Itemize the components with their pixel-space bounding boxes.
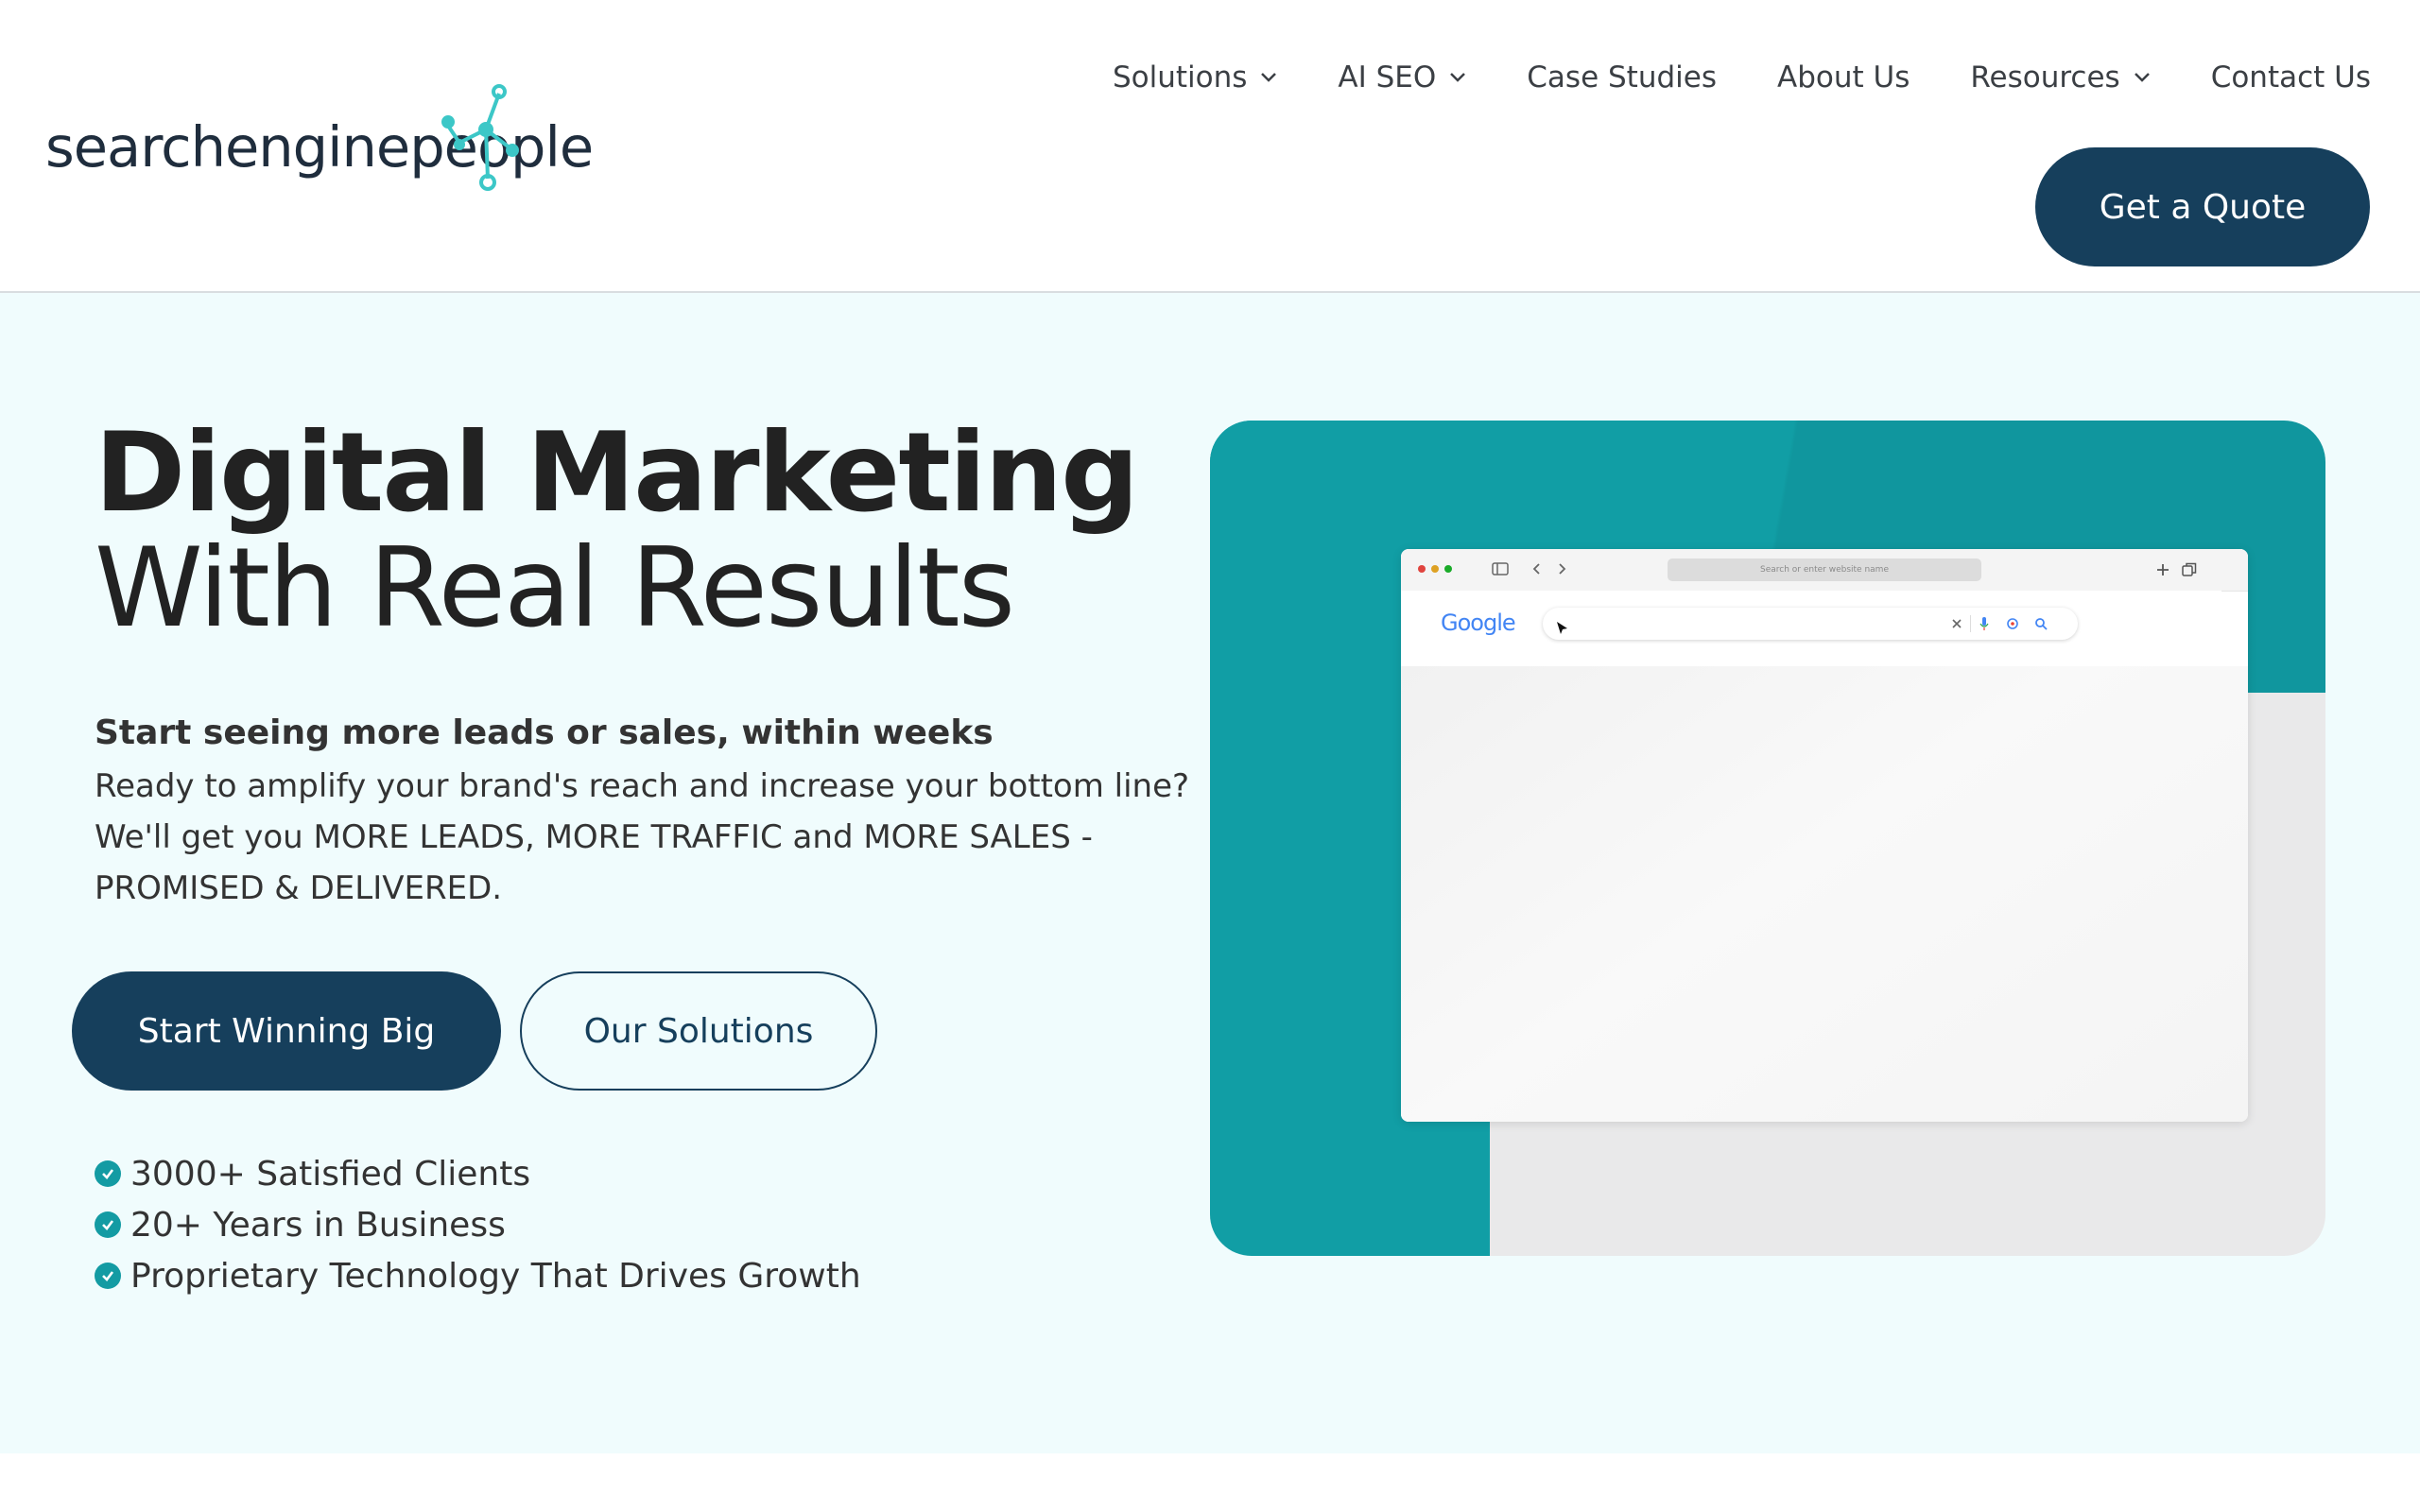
sidebar-icon: [1492, 562, 1509, 576]
get-a-quote-button[interactable]: Get a Quote: [2035, 147, 2370, 266]
lens-camera-icon: [2007, 618, 2018, 629]
browser-mockup: Search or enter website name Google: [1401, 549, 2248, 1122]
check-circle-icon: [95, 1160, 121, 1187]
hero-section: Digital Marketing With Real Results Star…: [0, 293, 2420, 1453]
nav-item-about-us[interactable]: About Us: [1777, 60, 1910, 94]
check-circle-icon: [95, 1211, 121, 1238]
chevron-down-icon: [2134, 73, 2150, 82]
google-logo: Google: [1441, 610, 1516, 636]
nav-label: AI SEO: [1338, 60, 1437, 94]
nav-item-case-studies[interactable]: Case Studies: [1527, 60, 1717, 94]
hero-lead-text: Ready to amplify your brand's reach and …: [95, 767, 1190, 907]
network-nodes-icon: [441, 84, 519, 191]
hero-lead-strong: Start seeing more leads or sales, within…: [95, 713, 994, 752]
list-item: 20+ Years in Business: [95, 1199, 861, 1250]
list-item: Proprietary Technology That Drives Growt…: [95, 1250, 861, 1301]
browser-content: [1401, 666, 2248, 1122]
clear-x-icon: [1952, 619, 1962, 628]
our-solutions-button[interactable]: Our Solutions: [520, 971, 877, 1091]
cursor-arrow-icon: [1557, 622, 1567, 634]
address-bar: Search or enter website name: [1668, 558, 1981, 581]
chevron-down-icon: [1450, 73, 1466, 82]
maximize-dot-icon: [1444, 565, 1452, 573]
nav-label: Solutions: [1112, 60, 1248, 94]
hero-subtitle: With Real Results: [95, 524, 1015, 652]
nav-item-resources[interactable]: Resources: [1970, 60, 2150, 94]
nav-label: About Us: [1777, 60, 1910, 94]
check-circle-icon: [95, 1263, 121, 1289]
browser-toolbar: Search or enter website name: [1401, 549, 2248, 592]
site-header: searchenginepeople Solutions AI SEO Case…: [0, 0, 2420, 293]
minimize-dot-icon: [1431, 565, 1439, 573]
new-tab-plus-icon: [2157, 564, 2169, 576]
search-page-header: Google: [1401, 591, 2221, 666]
hero-title: Digital Marketing: [95, 409, 1139, 537]
nav-label: Resources: [1970, 60, 2120, 94]
page-bottom-strip: [0, 1453, 2420, 1512]
chevron-down-icon: [1261, 73, 1277, 82]
hero-illustration: Search or enter website name Google: [1210, 421, 2325, 1256]
brand-logo[interactable]: searchenginepeople: [45, 84, 613, 203]
close-dot-icon: [1418, 565, 1426, 573]
forward-arrow-icon: [1559, 563, 1566, 575]
benefit-text: Proprietary Technology That Drives Growt…: [130, 1256, 861, 1296]
nav-item-contact-us[interactable]: Contact Us: [2211, 60, 2371, 94]
benefit-text: 20+ Years in Business: [130, 1205, 506, 1245]
list-item: 3000+ Satisfied Clients: [95, 1148, 861, 1199]
microphone-icon: [1979, 617, 1989, 630]
start-winning-big-button[interactable]: Start Winning Big: [72, 971, 501, 1091]
nav-label: Contact Us: [2210, 60, 2371, 94]
benefits-list: 3000+ Satisfied Clients 20+ Years in Bus…: [95, 1148, 861, 1301]
benefit-text: 3000+ Satisfied Clients: [130, 1154, 531, 1194]
tabs-overview-icon: [2182, 562, 2197, 576]
search-input: [1543, 608, 2078, 640]
main-nav: Solutions AI SEO Case Studies About Us R…: [1052, 60, 2371, 94]
nav-item-ai-seo[interactable]: AI SEO: [1338, 60, 1466, 94]
google-logo-text: Google: [1441, 610, 1516, 636]
nav-label: Case Studies: [1527, 60, 1717, 94]
nav-item-solutions[interactable]: Solutions: [1113, 60, 1277, 94]
back-arrow-icon: [1532, 563, 1540, 575]
search-icon: [2035, 618, 2048, 630]
divider: [1970, 615, 1971, 632]
